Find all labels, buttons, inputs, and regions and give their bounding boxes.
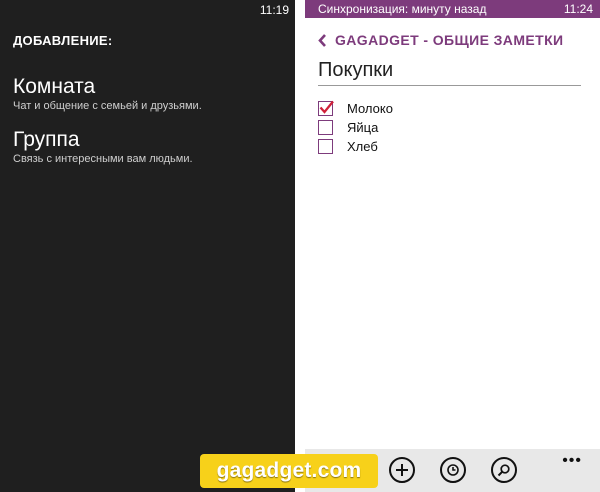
sync-status: Синхронизация: минуту назад	[318, 2, 487, 16]
history-button[interactable]	[440, 457, 466, 483]
status-time: 11:24	[563, 2, 593, 16]
chevron-left-icon	[318, 33, 326, 47]
todo-item[interactable]: Молоко	[318, 100, 393, 116]
todo-item[interactable]: Хлеб	[318, 139, 378, 154]
todo-label: Хлеб	[347, 139, 378, 154]
checkbox[interactable]	[318, 139, 333, 154]
add-header: ДОБАВЛЕНИЕ:	[13, 33, 113, 48]
add-room-item[interactable]: Комната Чат и общение с семьей и друзьям…	[13, 75, 283, 112]
status-time: 11:19	[259, 3, 289, 17]
right-screen: Синхронизация: минуту назад 11:24 GAGADG…	[305, 0, 600, 492]
room-subtitle: Чат и общение с семьей и друзьями.	[13, 100, 202, 112]
group-title: Группа	[13, 128, 80, 151]
notebook-title: GAGADGET - ОБЩИЕ ЗАМЕТКИ	[335, 32, 564, 48]
history-icon	[447, 464, 459, 476]
group-subtitle: Связь с интересными вам людьми.	[13, 153, 193, 165]
back-nav[interactable]: GAGADGET - ОБЩИЕ ЗАМЕТКИ	[318, 32, 563, 48]
checkbox-checked[interactable]	[318, 100, 334, 116]
add-button[interactable]	[389, 457, 415, 483]
todo-label: Яйца	[347, 120, 379, 135]
checkmark-icon	[319, 100, 334, 114]
more-options-button[interactable]: •••	[562, 453, 582, 469]
todo-item[interactable]: Яйца	[318, 120, 378, 135]
screen-divider	[295, 0, 305, 492]
room-title: Комната	[13, 75, 96, 98]
watermark-logo: gagadget.com	[200, 454, 378, 488]
add-group-item[interactable]: Группа Связь с интересными вам людьми.	[13, 128, 283, 165]
search-icon	[497, 464, 510, 477]
left-screen: 11:19 ДОБАВЛЕНИЕ: Комната Чат и общение …	[0, 0, 295, 492]
checkbox[interactable]	[318, 120, 333, 135]
status-bar: Синхронизация: минуту назад 11:24	[305, 0, 600, 18]
todo-label: Молоко	[347, 101, 393, 116]
title-underline	[318, 85, 581, 86]
note-title[interactable]: Покупки	[318, 59, 393, 82]
add-icon	[396, 464, 408, 476]
search-button[interactable]	[491, 457, 517, 483]
